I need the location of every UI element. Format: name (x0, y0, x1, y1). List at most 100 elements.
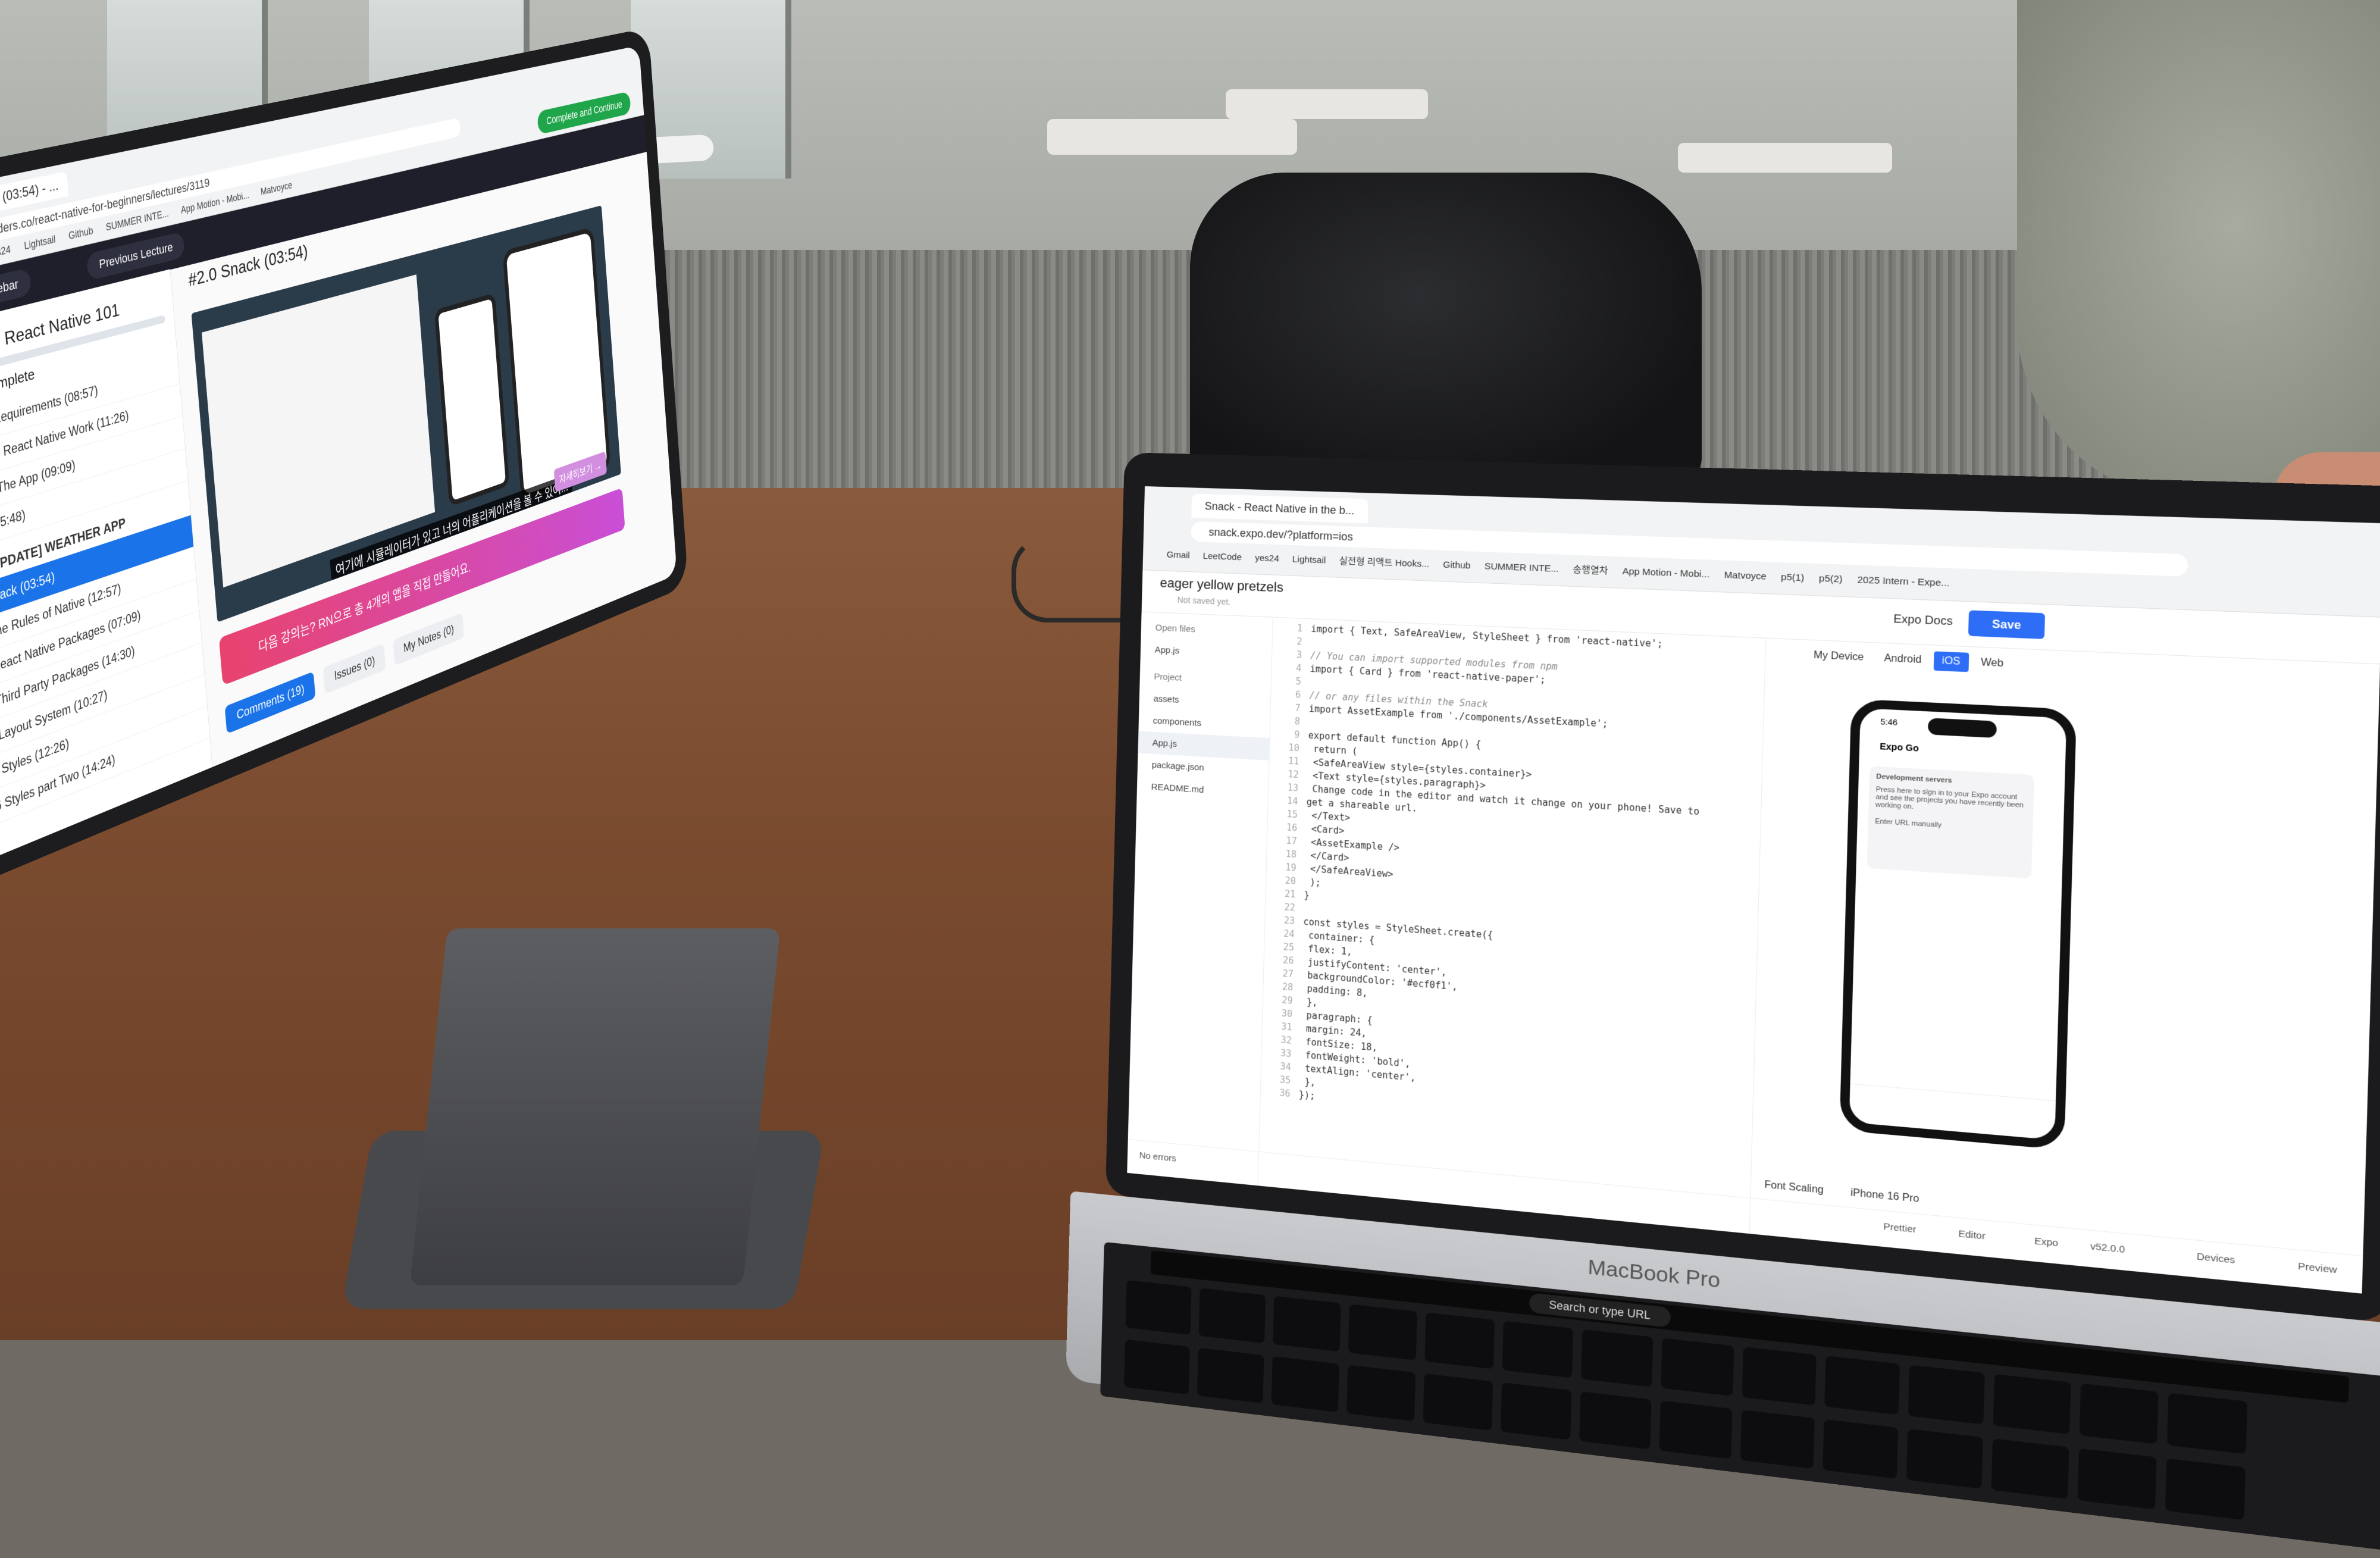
keyboard-key[interactable] (1908, 1365, 1985, 1424)
line-number: 29 (1269, 992, 1293, 1008)
line-number: 22 (1271, 899, 1295, 914)
keyboard-key[interactable] (1502, 1321, 1574, 1378)
line-number: 20 (1272, 873, 1296, 888)
keyboard-key[interactable] (1501, 1382, 1572, 1440)
save-button[interactable]: Save (1968, 610, 2045, 639)
line-number: 4 (1277, 661, 1301, 675)
browser-tab[interactable]: Snack - React Native in the b... (1191, 493, 1368, 523)
keyboard-key[interactable] (1124, 1340, 1190, 1395)
expo-docs-link[interactable]: Expo Docs (1893, 612, 1953, 628)
keyboard-key[interactable] (1581, 1329, 1653, 1387)
keyboard-key[interactable] (1993, 1374, 2071, 1434)
keyboard-key[interactable] (1822, 1419, 1898, 1479)
keyboard-key[interactable] (1272, 1356, 1339, 1412)
line-number: 13 (1274, 780, 1298, 795)
bookmark-item[interactable]: Lightsail (24, 233, 56, 252)
keyboard-key[interactable] (1125, 1280, 1191, 1335)
code-text: return ( (1308, 743, 1358, 757)
laptop-screen: Snack - React Native in the b... snack.e… (1127, 486, 2380, 1294)
line-number: 25 (1270, 939, 1294, 954)
file-explorer: Open files App.js Project assetscomponen… (1127, 611, 1273, 1185)
bookmark-item[interactable]: yes24 (1255, 553, 1279, 564)
platform-tab[interactable]: iOS (1934, 651, 1969, 672)
keyboard-key[interactable] (1824, 1356, 1900, 1415)
lecture-tab[interactable]: Comments (19) (225, 671, 316, 734)
keyboard-key[interactable] (1661, 1338, 1734, 1396)
backpack (1190, 173, 1702, 482)
bookmark-item[interactable]: Lightsail (1292, 554, 1326, 565)
keyboard-key[interactable] (2165, 1459, 2246, 1521)
preview-control[interactable]: Font Scaling (1764, 1180, 1824, 1196)
keyboard-key[interactable] (2167, 1393, 2247, 1454)
dev-servers-card[interactable]: Development servers Press here to sign i… (1867, 766, 2034, 878)
line-number: 36 (1266, 1085, 1291, 1100)
platform-tab[interactable]: My Device (1805, 646, 1872, 668)
bookmark-item[interactable]: 2025 Intern - Expe... (1857, 574, 1950, 589)
brand-label: MacBook Pro (1587, 1255, 1721, 1293)
line-number: 5 (1277, 674, 1301, 688)
iphone-simulator[interactable]: 5:46 Expo Go Development servers Press h… (1839, 699, 2077, 1150)
code-editor[interactable]: 1import { Text, SafeAreaView, StyleSheet… (1264, 621, 1758, 1195)
status-item[interactable]: Prettier (1883, 1221, 1916, 1235)
enter-url-item[interactable]: Enter URL manually (1875, 818, 2026, 834)
keyboard-key[interactable] (1424, 1312, 1495, 1369)
lecture-tab[interactable]: Issues (0) (323, 643, 386, 694)
line-number: 19 (1272, 860, 1297, 875)
bookmark-item[interactable]: p5(1) (1781, 572, 1805, 584)
status-item: No errors (1139, 1150, 1176, 1164)
platform-tabs: My DeviceAndroidiOSWeb (1805, 646, 2016, 674)
keyboard-key[interactable] (1659, 1400, 1732, 1459)
code-text: } (1304, 890, 1310, 901)
keyboard-key[interactable] (1423, 1374, 1493, 1431)
lecture-main: #2.0 Snack (03:54) 여기에 시뮬레이터가 있고 너의 어플리케… (187, 159, 665, 760)
bookmark-item[interactable]: SUMMER INTE... (1485, 561, 1559, 574)
keyboard-key[interactable] (1742, 1347, 1817, 1406)
bookmark-item[interactable]: LeetCode (1202, 551, 1242, 563)
line-number: 30 (1268, 1006, 1292, 1021)
bookmark-item[interactable]: Gmail (1167, 550, 1190, 561)
line-number: 15 (1273, 806, 1298, 821)
project-name[interactable]: eager yellow pretzels (1160, 575, 1283, 595)
line-number: 6 (1276, 687, 1301, 702)
keyboard-key[interactable] (1740, 1410, 1815, 1469)
bookmark-item[interactable]: Github (68, 225, 93, 242)
laptop-lid: Snack - React Native in the b... snack.e… (1106, 452, 2380, 1323)
line-number: 14 (1274, 793, 1298, 808)
keyboard-key[interactable] (1197, 1348, 1264, 1404)
bookmark-item[interactable]: Github (1443, 559, 1471, 571)
keyboard-key[interactable] (1346, 1365, 1416, 1421)
bookmark-item[interactable]: App Motion - Mobi... (1622, 566, 1709, 580)
bookmark-item[interactable]: 송행열차 (1573, 564, 1608, 576)
status-item[interactable]: v52.0.0 (2090, 1241, 2125, 1255)
line-number: 8 (1276, 714, 1300, 728)
lecture-tab[interactable]: My Notes (0) (393, 612, 464, 666)
status-item[interactable]: Expo (2034, 1235, 2059, 1249)
line-number: 23 (1270, 913, 1295, 928)
touchbar-search[interactable]: Search or type URL (1529, 1293, 1671, 1328)
status-item[interactable]: Preview (2298, 1261, 2337, 1276)
preview-control[interactable]: iPhone 16 Pro (1850, 1187, 1919, 1205)
bookmark-item[interactable]: p5(2) (1819, 573, 1843, 585)
line-number: 3 (1277, 647, 1302, 662)
status-item[interactable]: Devices (2197, 1251, 2235, 1266)
platform-tab[interactable]: Web (1972, 653, 2012, 674)
keyboard-key[interactable] (1991, 1438, 2069, 1499)
platform-tab[interactable]: Android (1875, 649, 1930, 670)
keyboard-key[interactable] (1348, 1304, 1417, 1360)
line-number: 16 (1273, 820, 1297, 835)
keyboard-key[interactable] (2080, 1384, 2159, 1444)
keyboard-key[interactable] (1906, 1429, 1983, 1489)
keyboard-key[interactable] (1273, 1296, 1341, 1352)
keyboard-key[interactable] (1579, 1391, 1651, 1450)
background-table (1226, 89, 1428, 119)
code-text: }, (1301, 996, 1318, 1008)
keyboard-key[interactable] (2078, 1448, 2157, 1510)
bookmark-item[interactable]: yes24 (0, 243, 11, 260)
status-item[interactable]: Editor (1958, 1228, 1986, 1242)
bookmark-item[interactable]: Matvoyce (1724, 570, 1767, 582)
bookmark-item[interactable]: Matvoyce (260, 180, 292, 198)
dynamic-island (1928, 718, 1997, 738)
line-number: 12 (1274, 767, 1299, 782)
bookmark-item[interactable]: 실전형 리액트 Hooks... (1339, 556, 1430, 570)
keyboard-key[interactable] (1198, 1288, 1266, 1343)
